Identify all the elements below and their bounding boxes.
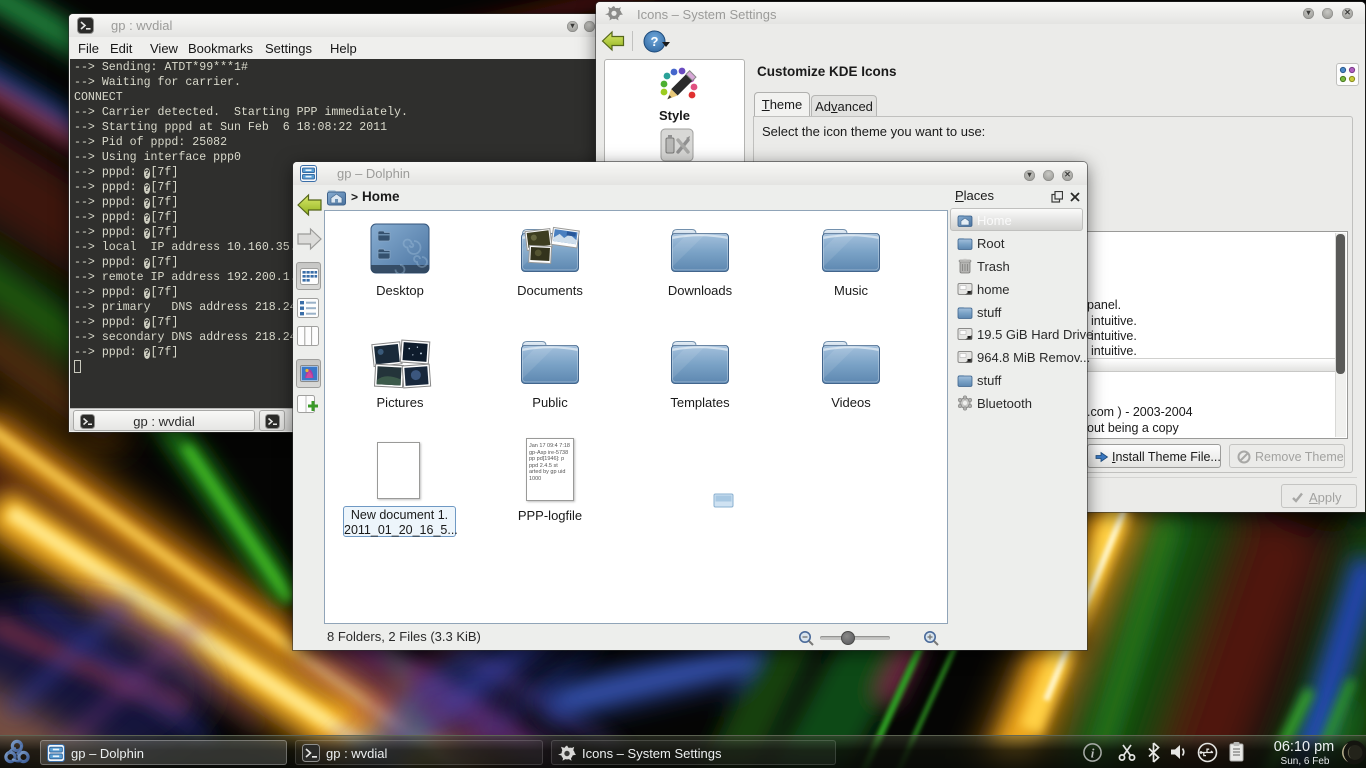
svg-text:?: ? (651, 34, 659, 49)
svg-text:i: i (1091, 746, 1095, 761)
